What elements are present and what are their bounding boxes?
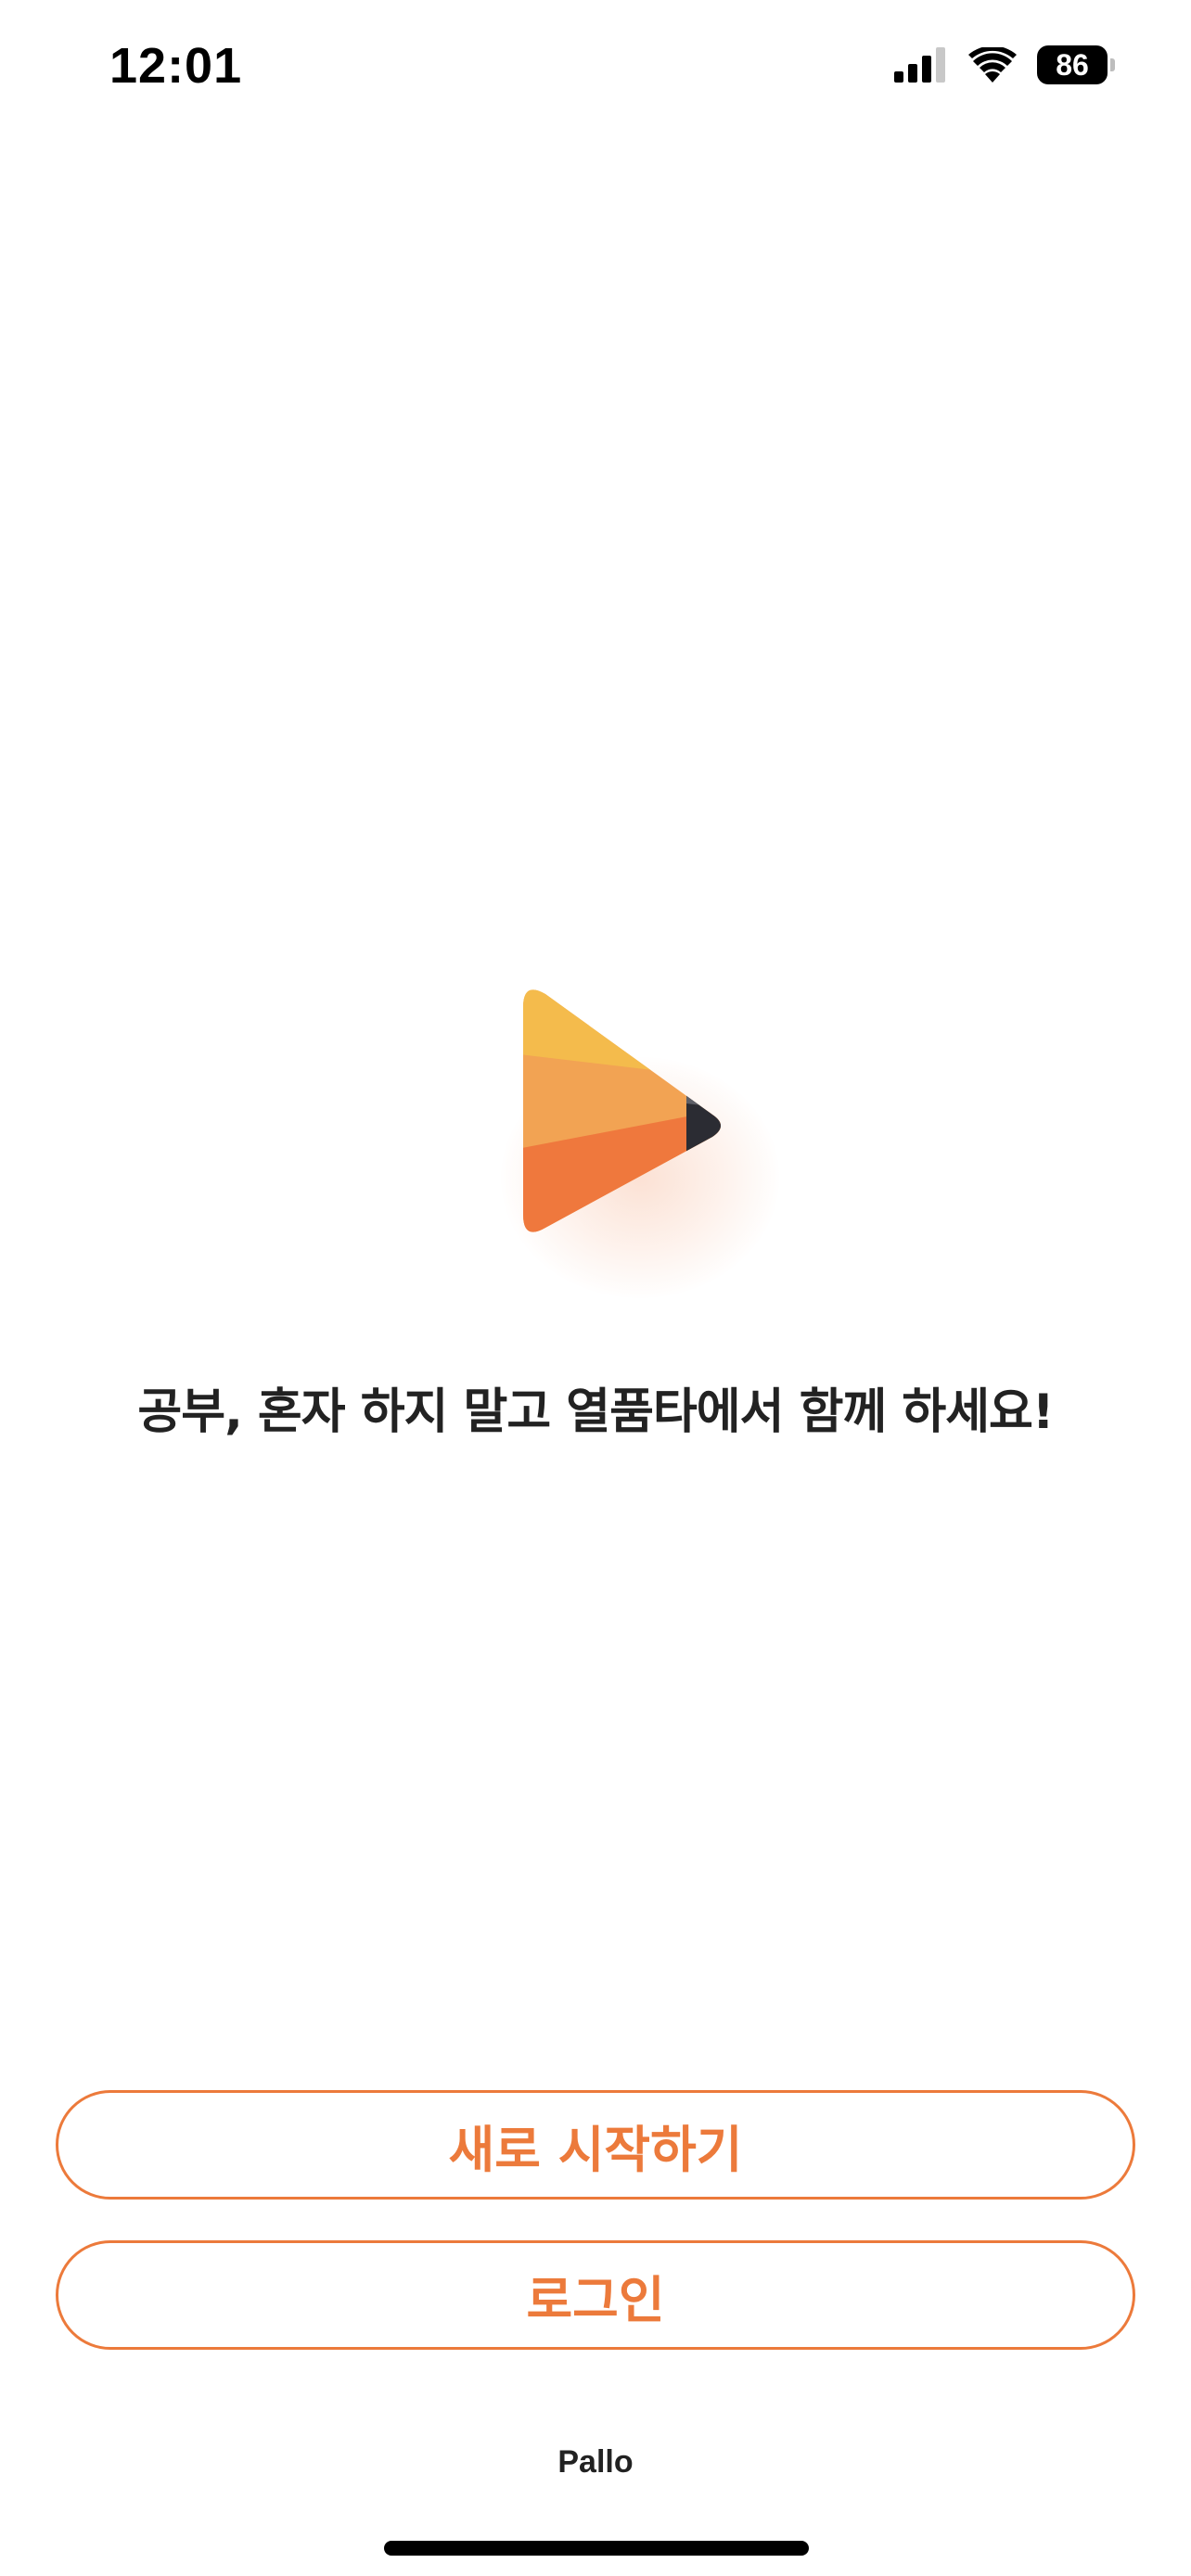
status-icons: 86 (894, 41, 1115, 89)
battery-icon: 86 (1037, 45, 1115, 84)
start-button[interactable]: 새로 시작하기 (56, 2090, 1135, 2200)
app-logo (464, 946, 779, 1335)
home-indicator[interactable] (384, 2541, 809, 2556)
signal-icon (894, 47, 945, 83)
battery-level: 86 (1037, 45, 1108, 84)
wifi-icon (968, 47, 1017, 83)
status-time: 12:01 (109, 38, 243, 94)
login-button[interactable]: 로그인 (56, 2240, 1135, 2350)
play-triangle-logo-icon (523, 989, 721, 1232)
battery-tip (1110, 58, 1115, 71)
brand-label: Pallo (557, 2444, 634, 2480)
status-bar: 12:01 86 (0, 0, 1191, 139)
tagline: 공부, 혼자 하지 말고 열품타에서 함께 하세요! (137, 1384, 1054, 1440)
